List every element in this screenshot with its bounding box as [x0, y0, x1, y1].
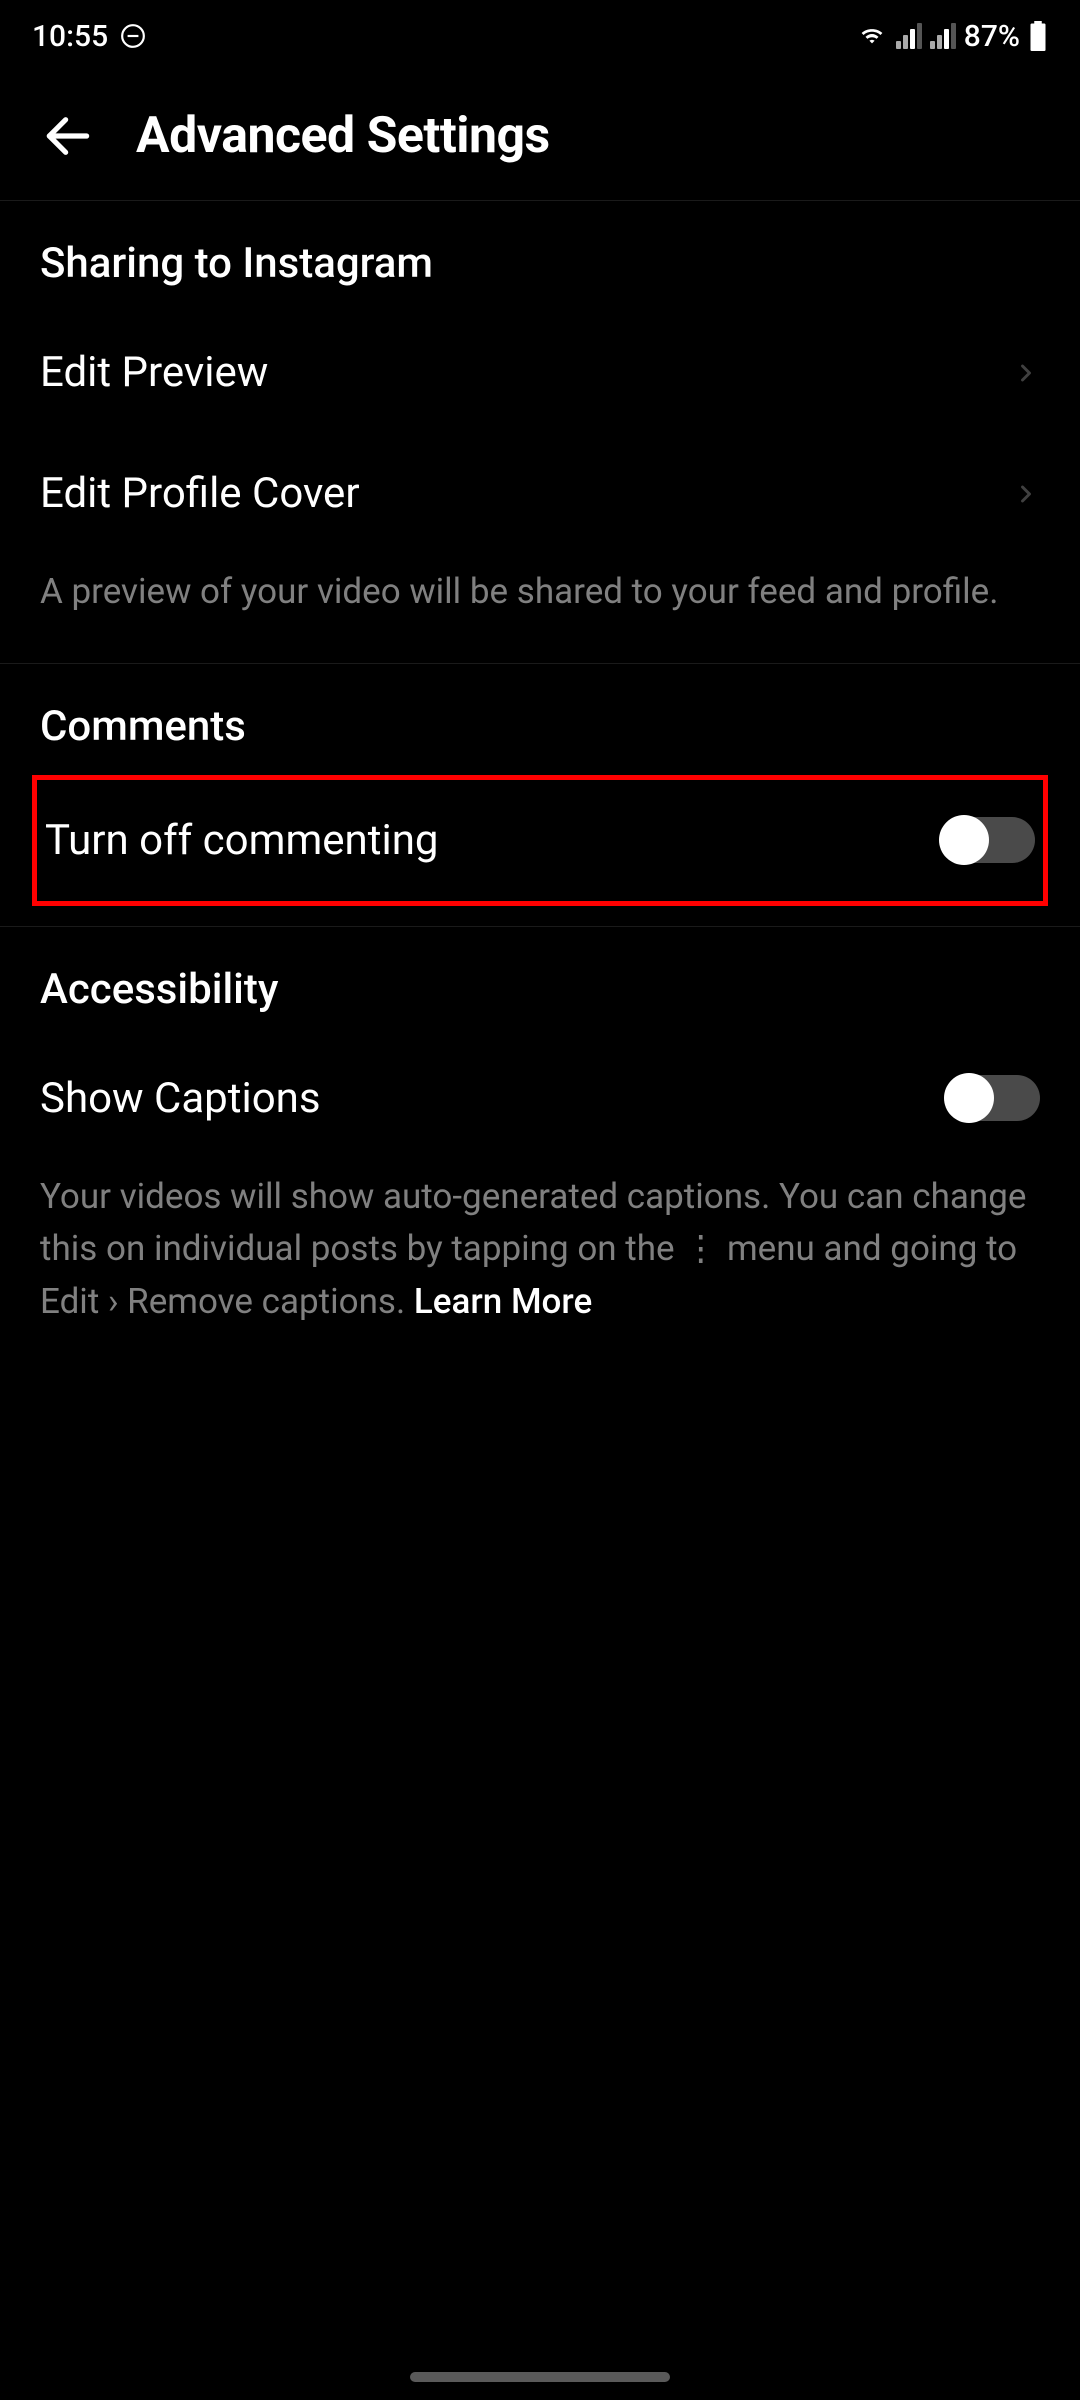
- battery-icon: [1028, 21, 1048, 51]
- status-right: 87%: [856, 19, 1048, 54]
- learn-more-link[interactable]: Learn More: [414, 1281, 592, 1322]
- turn-off-commenting-toggle[interactable]: [943, 817, 1035, 863]
- section-header-sharing: Sharing to Instagram: [0, 201, 1080, 312]
- sharing-helper-text: A preview of your video will be shared t…: [0, 554, 1080, 663]
- status-bar: 10:55 87%: [0, 0, 1080, 72]
- section-header-accessibility: Accessibility: [0, 927, 1080, 1038]
- section-header-comments: Comments: [0, 664, 1080, 775]
- toggle-thumb: [939, 815, 989, 865]
- status-left: 10:55: [32, 19, 146, 54]
- edit-preview-label: Edit Preview: [40, 348, 268, 397]
- toggle-thumb: [944, 1073, 994, 1123]
- battery-percent: 87%: [964, 19, 1020, 54]
- show-captions-row[interactable]: Show Captions: [0, 1038, 1080, 1159]
- chevron-right-icon: [1012, 480, 1040, 508]
- edit-profile-cover-row[interactable]: Edit Profile Cover: [0, 433, 1080, 554]
- show-captions-label: Show Captions: [40, 1074, 321, 1123]
- signal-icon-2: [930, 23, 956, 49]
- show-captions-toggle[interactable]: [948, 1075, 1040, 1121]
- back-button[interactable]: [40, 108, 96, 164]
- app-bar: Advanced Settings: [0, 72, 1080, 200]
- wifi-icon: [856, 19, 888, 54]
- edit-profile-cover-label: Edit Profile Cover: [40, 469, 360, 518]
- signal-icon-1: [896, 23, 922, 49]
- edit-preview-row[interactable]: Edit Preview: [0, 312, 1080, 433]
- turn-off-commenting-label: Turn off commenting: [45, 816, 438, 865]
- chevron-right-icon: [1012, 359, 1040, 387]
- status-time: 10:55: [32, 19, 108, 54]
- accessibility-helper-text: Your videos will show auto-generated cap…: [0, 1159, 1080, 1373]
- navigation-handle[interactable]: [410, 2372, 670, 2382]
- page-title: Advanced Settings: [136, 107, 550, 165]
- dnd-icon: [120, 23, 146, 49]
- highlight-annotation: Turn off commenting: [32, 775, 1048, 906]
- turn-off-commenting-row[interactable]: Turn off commenting: [37, 780, 1043, 901]
